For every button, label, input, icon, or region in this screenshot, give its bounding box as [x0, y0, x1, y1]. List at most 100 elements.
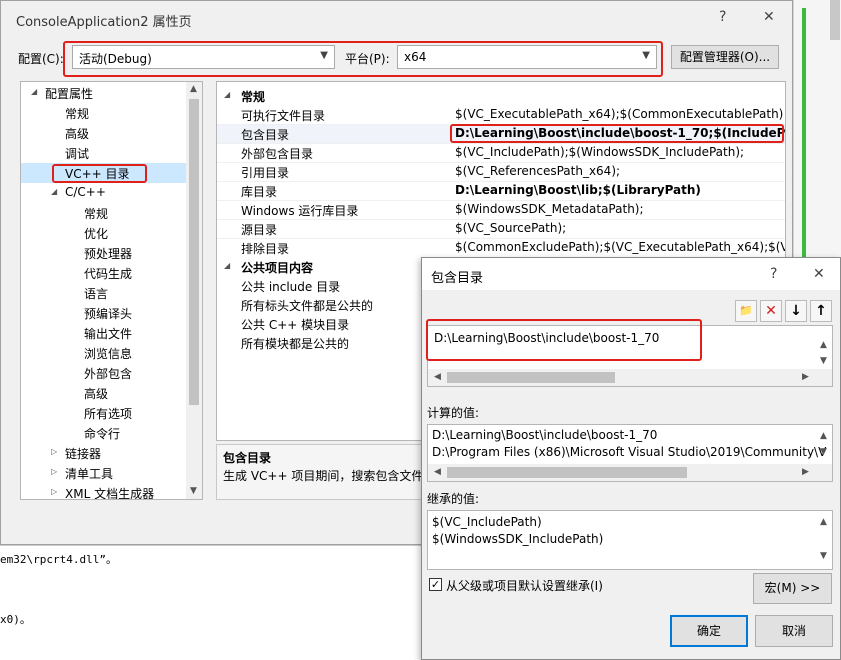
tree-item[interactable]: XML 文档生成器 [65, 485, 154, 499]
tree-item[interactable]: 清单工具 [65, 465, 113, 482]
scroll-down-icon[interactable]: ▼ [190, 486, 197, 496]
scroll-up-icon[interactable]: ▲ [820, 340, 827, 350]
inherit-checkbox[interactable]: ✓ [429, 578, 442, 591]
help-button[interactable]: ? [719, 9, 726, 25]
tree-item[interactable]: 预处理器 [84, 245, 132, 262]
prop-name[interactable]: 源目录 [241, 221, 277, 238]
config-manager-button[interactable]: 配置管理器(O)... [671, 45, 779, 69]
prop-value[interactable]: $(VC_IncludePath);$(WindowsSDK_IncludePa… [455, 145, 744, 159]
prop-value-include[interactable]: D:\Learning\Boost\include\boost-1_70;$(I… [455, 126, 785, 140]
tree-item[interactable]: 输出文件 [84, 325, 132, 342]
prop-value[interactable]: $(CommonExcludePath);$(VC_ExecutablePath… [455, 240, 785, 254]
collapse-icon[interactable]: ▷ [51, 467, 57, 476]
row-divider [217, 219, 785, 220]
prop-name[interactable]: 可执行文件目录 [241, 107, 325, 124]
scroll-left-icon[interactable]: ◀ [434, 467, 441, 477]
expand-icon[interactable]: ◢ [224, 90, 230, 99]
config-dropdown[interactable]: 活动(Debug) ▼ [72, 45, 335, 69]
tree-item[interactable]: 外部包含 [84, 365, 132, 382]
output-line: x0)。 [0, 613, 31, 626]
prop-name[interactable]: 排除目录 [241, 240, 289, 257]
cancel-button[interactable]: 取消 [755, 615, 833, 647]
window-title: ConsoleApplication2 属性页 [16, 15, 192, 30]
move-up-icon[interactable]: ↑ [810, 300, 832, 322]
computed-line: D:\Learning\Boost\include\boost-1_70 [432, 428, 658, 442]
edit-line[interactable]: D:\Learning\Boost\include\boost-1_70 [434, 331, 659, 345]
config-label: 配置(C): [18, 52, 64, 66]
tree-item[interactable]: 代码生成 [84, 265, 132, 282]
property-tree: ◢ 配置属性 常规 高级 调试 VC++ 目录 ◢ C/C++ 常规 优化 预处… [20, 81, 203, 500]
tree-item[interactable]: 高级 [84, 385, 108, 402]
h-scroll-thumb[interactable] [447, 467, 687, 478]
tree-item[interactable]: 常规 [84, 205, 108, 222]
prop-value[interactable]: $(VC_ReferencesPath_x64); [455, 164, 620, 178]
h-scroll-thumb[interactable] [447, 372, 615, 383]
inherited-line: $(WindowsSDK_IncludePath) [432, 532, 604, 546]
collapse-icon[interactable]: ▷ [51, 487, 57, 496]
prop-name[interactable]: 所有模块都是公共的 [241, 335, 349, 352]
scroll-up-icon[interactable]: ▲ [820, 431, 827, 441]
delete-icon[interactable]: ✕ [760, 300, 782, 322]
scroll-up-icon[interactable]: ▲ [190, 84, 197, 94]
tree-item-cpp[interactable]: C/C++ [65, 185, 106, 199]
desc-title: 包含目录 [223, 451, 272, 465]
scroll-right-icon[interactable]: ▶ [802, 467, 809, 477]
prop-value[interactable]: D:\Learning\Boost\lib;$(LibraryPath) [455, 183, 701, 197]
tree-item[interactable]: 高级 [65, 125, 89, 142]
scroll-down-icon[interactable]: ▼ [820, 551, 827, 561]
scroll-down-icon[interactable]: ▼ [820, 447, 827, 457]
tree-scroll-thumb[interactable] [189, 99, 199, 405]
expand-icon[interactable]: ◢ [224, 261, 230, 270]
inherited-values: $(VC_IncludePath) $(WindowsSDK_IncludePa… [427, 510, 833, 570]
ide-scroll-thumb[interactable] [830, 0, 840, 40]
macro-button[interactable]: 宏(M) >> [753, 573, 832, 604]
new-line-icon[interactable]: 📁 [735, 300, 757, 322]
close-button[interactable]: ✕ [813, 266, 825, 282]
tree-item[interactable]: 优化 [84, 225, 108, 242]
tree-item[interactable]: 所有选项 [84, 405, 132, 422]
prop-name[interactable]: 公共 C++ 模块目录 [241, 316, 349, 333]
ok-button[interactable]: 确定 [670, 615, 748, 647]
h-scrollbar[interactable]: ◀ ▶ [428, 464, 832, 481]
row-divider [217, 238, 785, 239]
expand-icon[interactable]: ◢ [31, 87, 37, 96]
expand-icon[interactable]: ◢ [51, 187, 57, 196]
prop-value[interactable]: $(VC_ExecutablePath_x64);$(CommonExecuta… [455, 107, 783, 121]
prop-value[interactable]: $(WindowsSDK_MetadataPath); [455, 202, 644, 216]
include-dirs-dialog: 包含目录 ? ✕ 📁 ✕ ↓ ↑ D:\Learning\Boost\inclu… [421, 257, 841, 660]
collapse-icon[interactable]: ▷ [51, 447, 57, 456]
prop-value[interactable]: $(VC_SourcePath); [455, 221, 566, 235]
computed-label: 计算的值: [427, 406, 480, 420]
prop-name[interactable]: 包含目录 [241, 126, 289, 143]
move-down-icon[interactable]: ↓ [785, 300, 807, 322]
close-button[interactable]: ✕ [763, 9, 775, 25]
scroll-left-icon[interactable]: ◀ [434, 372, 441, 382]
prop-name[interactable]: 公共 include 目录 [241, 278, 340, 295]
tree-item-vc-dirs[interactable]: VC++ 目录 [65, 165, 130, 182]
prop-name[interactable]: 外部包含目录 [241, 145, 313, 162]
inherited-line: $(VC_IncludePath) [432, 515, 542, 529]
tree-item[interactable]: 预编译头 [84, 305, 132, 322]
tree-item[interactable]: 语言 [84, 285, 108, 302]
tree-item[interactable]: 命令行 [84, 425, 120, 442]
tree-item[interactable]: 链接器 [65, 445, 101, 462]
tree-item[interactable]: 浏览信息 [84, 345, 132, 362]
help-button[interactable]: ? [770, 266, 777, 282]
tree-item[interactable]: 常规 [65, 105, 89, 122]
tree-item-config-props[interactable]: 配置属性 [45, 85, 93, 102]
scroll-up-icon[interactable]: ▲ [820, 517, 827, 527]
platform-label: 平台(P): [345, 52, 390, 66]
prop-name[interactable]: 所有标头文件都是公共的 [241, 297, 373, 314]
inherit-checkbox-label[interactable]: 从父级或项目默认设置继承(I) [446, 577, 603, 594]
prop-name[interactable]: 库目录 [241, 183, 277, 200]
h-scrollbar[interactable]: ◀ ▶ [428, 369, 832, 386]
prop-name[interactable]: 引用目录 [241, 164, 289, 181]
scroll-right-icon[interactable]: ▶ [802, 372, 809, 382]
chevron-down-icon: ▼ [642, 50, 650, 61]
scroll-down-icon[interactable]: ▼ [820, 356, 827, 366]
platform-dropdown[interactable]: x64 ▼ [397, 45, 657, 69]
include-dirs-editor[interactable]: D:\Learning\Boost\include\boost-1_70 ▲ ▼… [427, 325, 833, 387]
chevron-down-icon: ▼ [320, 50, 328, 61]
tree-item[interactable]: 调试 [65, 145, 89, 162]
prop-name[interactable]: Windows 运行库目录 [241, 202, 358, 219]
